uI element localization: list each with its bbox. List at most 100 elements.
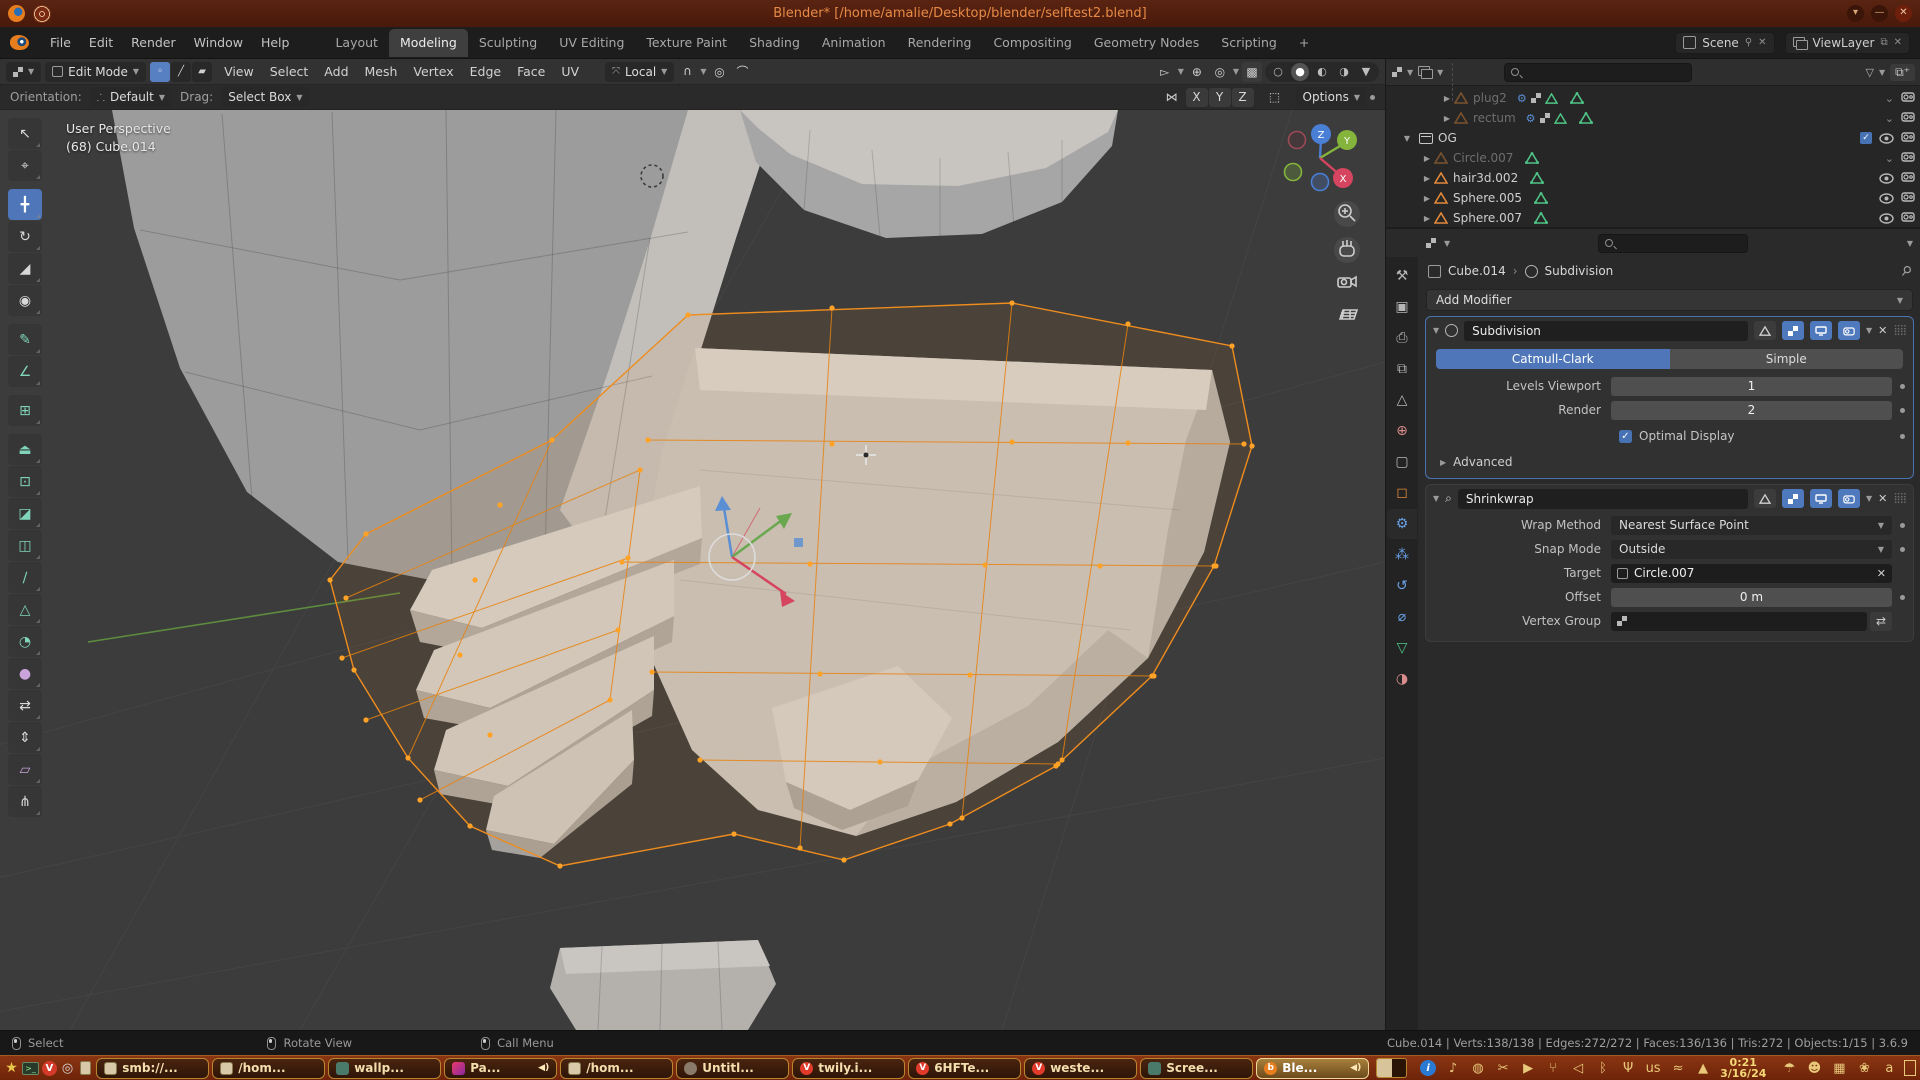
expand-arrow-icon[interactable] (1440, 114, 1454, 123)
tool-button-add-cube[interactable]: ⊞ (8, 395, 42, 426)
workspace-tab[interactable]: Animation (811, 29, 897, 57)
delete-modifier-icon[interactable]: ✕ (1878, 492, 1887, 505)
workspace-tab[interactable]: Geometry Nodes (1083, 29, 1210, 57)
tool-button-poly-build[interactable]: △ (8, 594, 42, 625)
tool-button-rip-region[interactable]: ⋔ (8, 786, 42, 817)
mesh-data-icon[interactable] (1534, 212, 1548, 224)
options-dropdown[interactable]: Options▼ (1296, 87, 1367, 107)
eye-closed-icon[interactable]: ⌄ (1885, 92, 1894, 105)
tool-button-spin[interactable]: ◔ (8, 626, 42, 657)
layers-icon[interactable]: ⧉ (1880, 37, 1887, 48)
tray-icon-keyboard-layout[interactable]: us (1645, 1060, 1661, 1076)
expand-arrow-icon[interactable] (1420, 174, 1434, 183)
workspace-tab[interactable]: Modeling (389, 29, 468, 57)
animate-dot[interactable] (1900, 547, 1905, 552)
tool-button-inset-faces[interactable]: ⊡ (8, 466, 42, 497)
rendered-shading-button[interactable]: ◑ (1335, 63, 1353, 81)
display-mode-dropdown[interactable]: ▼ (1437, 68, 1443, 77)
task-button[interactable]: /hom... ◀) (212, 1058, 325, 1079)
blender-menu-icon[interactable] (10, 35, 29, 50)
outliner-row-sphere-007[interactable]: Sphere.007 ⚙ (1386, 208, 1920, 228)
navigation-gizmo[interactable]: Z Y X (1285, 124, 1358, 191)
overlays-dropdown[interactable]: ▼ (1233, 67, 1239, 76)
snap-magnet-icon[interactable]: ∪ (677, 62, 697, 82)
eye-open-icon[interactable] (1879, 133, 1894, 144)
tray-icon-media-play[interactable]: ▶ (1520, 1060, 1536, 1076)
tray-icon-info[interactable]: i (1420, 1060, 1436, 1076)
games-launcher[interactable]: ◎ (60, 1058, 75, 1079)
tray-icon-emoji[interactable]: ☻ (1806, 1060, 1822, 1076)
filter-dropdown[interactable]: ▼ (1879, 68, 1885, 77)
eye-closed-icon[interactable]: ⌄ (1885, 112, 1894, 125)
task-button[interactable]: V 6HFTe... ◀) (908, 1058, 1021, 1079)
task-button[interactable]: Untitl... ◀) (676, 1058, 789, 1079)
collapse-icon[interactable]: ▼ (1433, 326, 1439, 335)
menu-item[interactable]: File (41, 31, 80, 54)
eye-closed-icon[interactable]: ⌄ (1885, 152, 1894, 165)
tool-button-shrink-fatten[interactable]: ⇕ (8, 722, 42, 753)
tray-icon-calculator[interactable]: ▦ (1831, 1060, 1847, 1076)
tool-button-cursor[interactable]: ⌖ (8, 150, 42, 181)
mirror-axis-button[interactable]: Z (1232, 88, 1254, 107)
optimal-display-checkbox[interactable]: ✓ (1619, 430, 1632, 443)
background-bottom-mesh[interactable] (550, 940, 776, 1030)
vertex-group-icon[interactable] (1540, 113, 1550, 123)
filter-icon[interactable]: ▽ (1865, 66, 1873, 79)
tray-icon-app-pink[interactable]: ❀ (1856, 1060, 1872, 1076)
camera-visibility-icon[interactable] (1901, 91, 1915, 105)
modifier-name-field[interactable]: Shrinkwrap (1458, 489, 1748, 509)
files-launcher[interactable] (78, 1058, 93, 1079)
mirror-axis-button[interactable]: Y (1209, 88, 1231, 107)
tray-icon-chat[interactable]: ◍ (1470, 1060, 1486, 1076)
show-desktop-button[interactable] (1904, 1060, 1916, 1076)
expand-arrow-icon[interactable] (1420, 194, 1434, 203)
titlebar[interactable]: Blender* [/home/amalie/Desktop/blender/s… (0, 0, 1920, 27)
pin-icon[interactable]: ⚲ (1745, 37, 1752, 48)
object-name[interactable]: Sphere.007 (1453, 211, 1522, 225)
workspace-tab[interactable]: + (1288, 29, 1320, 57)
scene-selector[interactable]: Scene ⚲ ✕ (1675, 32, 1774, 54)
properties-tab-render[interactable]: ▣ (1387, 292, 1417, 322)
viewport-menu-item[interactable]: Mesh (357, 61, 406, 82)
edit-mode-display-toggle[interactable] (1754, 489, 1776, 508)
eye-open-icon[interactable] (1879, 193, 1894, 204)
terminal-launcher[interactable]: >_ (22, 1058, 39, 1079)
mesh-data-icon[interactable] (1525, 152, 1539, 164)
workspace-tab[interactable]: Compositing (982, 29, 1082, 57)
properties-tab-tool[interactable]: ⚒ (1387, 261, 1417, 291)
clock[interactable]: 0:21 3/16/24 (1720, 1057, 1766, 1079)
tool-button-extrude-region[interactable]: ⏏ (8, 434, 42, 465)
wrap-method-dropdown[interactable]: Nearest Surface Point▼ (1611, 516, 1892, 535)
face-select-button[interactable]: ▰ (192, 62, 212, 82)
close-button[interactable]: ✕ (1895, 5, 1912, 22)
snap-mode-dropdown[interactable]: Outside▼ (1611, 540, 1892, 559)
object-name[interactable]: OG (1438, 131, 1457, 145)
properties-filter-dropdown[interactable]: ▼ (1907, 239, 1913, 248)
mesh-data-icon-extra[interactable] (1545, 93, 1558, 104)
simple-button[interactable]: Simple (1670, 349, 1904, 369)
transform-orientation-dropdown[interactable]: ⤧ Local▼ (605, 62, 674, 82)
properties-tab-object-data[interactable]: ▽ (1387, 633, 1417, 663)
breadcrumb-modifier[interactable]: Subdivision (1545, 264, 1614, 278)
workspace-tab[interactable]: Shading (738, 29, 811, 57)
pin-id-icon[interactable]: ⚲ (1898, 262, 1915, 280)
object-name[interactable]: Sphere.005 (1453, 191, 1522, 205)
eye-open-icon[interactable] (1879, 213, 1894, 224)
properties-search[interactable] (1598, 234, 1748, 253)
snap-dropdown[interactable]: ▼ (700, 67, 706, 76)
tool-button-bevel[interactable]: ◪ (8, 498, 42, 529)
levels-viewport-field[interactable]: 1 (1611, 377, 1892, 396)
object-name[interactable]: Circle.007 (1453, 151, 1513, 165)
expand-arrow-icon[interactable] (1400, 134, 1414, 143)
viewport-3d[interactable]: Z Y X User Perspective (68) Cube.014 ↖⌖╋… (0, 110, 1385, 1030)
modifier-extras-dropdown[interactable]: ▼ (1866, 326, 1872, 335)
tray-icon-clipboard-cut[interactable]: ✂ (1495, 1060, 1511, 1076)
app-menu-button[interactable]: ★ (4, 1058, 19, 1079)
tool-button-annotate[interactable]: ✎ (8, 324, 42, 355)
render-display-toggle[interactable] (1838, 321, 1860, 340)
proportional-editing-icon[interactable]: ◎ (709, 62, 729, 82)
animate-dot[interactable] (1900, 434, 1905, 439)
browser-launcher[interactable]: V (42, 1058, 57, 1079)
unlink-icon[interactable]: ✕ (1758, 37, 1766, 48)
workspace-tab[interactable]: UV Editing (548, 29, 635, 57)
